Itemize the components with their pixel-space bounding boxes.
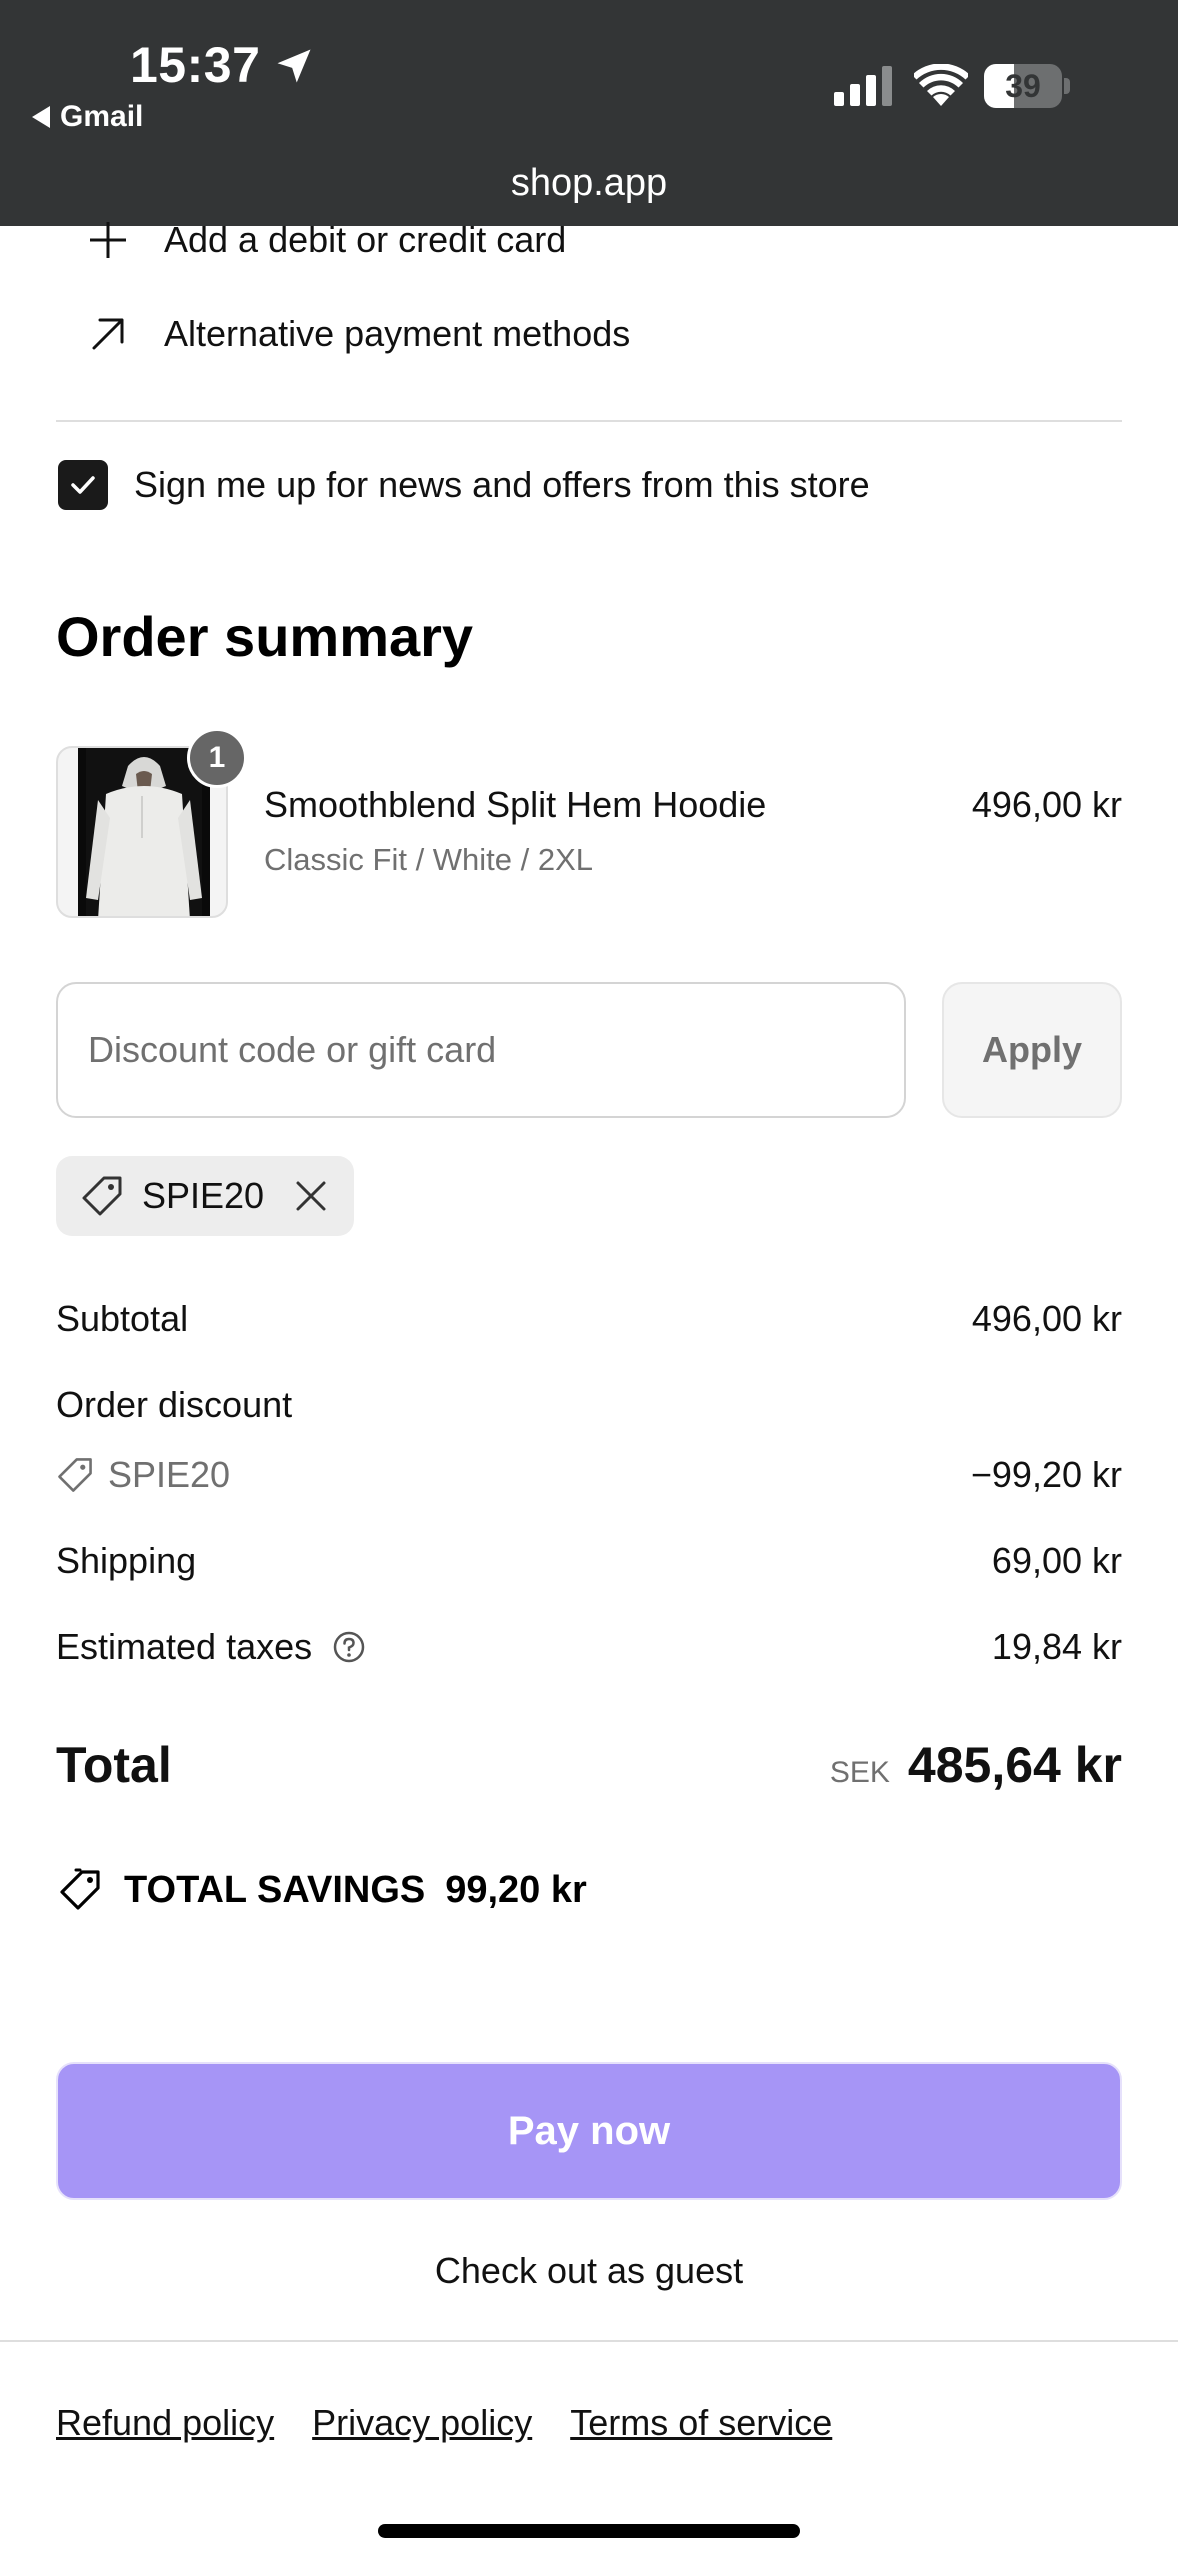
discount-code-label: SPIE20: [56, 1454, 230, 1496]
alternative-payment-label: Alternative payment methods: [164, 313, 631, 354]
tags-icon: [60, 1868, 100, 1910]
discount-code-row: SPIE20 −99,20 kr: [56, 1454, 1122, 1496]
checkout-as-guest-link[interactable]: Check out as guest: [0, 2250, 1178, 2292]
applied-discount-chip: SPIE20: [56, 1156, 354, 1236]
pay-now-button[interactable]: Pay now: [56, 2062, 1122, 2200]
taxes-label-group: Estimated taxes: [56, 1626, 366, 1668]
product-price: 496,00 kr: [971, 784, 1122, 825]
location-arrow-icon: [277, 49, 311, 83]
section-divider: [56, 420, 1122, 422]
alternative-payment-option[interactable]: Alternative payment methods: [86, 312, 630, 356]
privacy-policy-link[interactable]: Privacy policy: [312, 2402, 532, 2444]
shipping-label: Shipping: [56, 1540, 197, 1581]
total-label: Total: [56, 1737, 172, 1793]
shipping-value: 69,00 kr: [991, 1540, 1122, 1581]
terms-of-service-link[interactable]: Terms of service: [570, 2402, 832, 2444]
newsletter-checkbox-row[interactable]: Sign me up for news and offers from this…: [58, 460, 870, 510]
total-amount-group: SEK 485,64 kr: [830, 1736, 1122, 1794]
discount-code-text: SPIE20: [108, 1454, 231, 1495]
arrow-up-right-icon: [92, 318, 124, 350]
clock-time: 15:37: [130, 37, 261, 93]
help-icon[interactable]: [332, 1630, 366, 1664]
battery-body: 39: [984, 64, 1062, 108]
savings-value: 99,20 kr: [445, 1868, 587, 1911]
back-triangle-icon: [32, 106, 50, 128]
discount-value: −99,20 kr: [970, 1454, 1122, 1495]
savings-label: TOTAL SAVINGS: [124, 1868, 426, 1911]
discount-code-input[interactable]: [56, 982, 906, 1118]
refund-policy-link[interactable]: Refund policy: [56, 2402, 274, 2444]
battery-indicator: 39: [984, 64, 1070, 108]
newsletter-checkbox[interactable]: [58, 460, 108, 510]
status-bar: 15:37 Gmail 39 shop.app: [0, 0, 1178, 226]
back-app-label: Gmail: [60, 100, 144, 133]
add-card-option[interactable]: Add a debit or credit card: [86, 218, 566, 262]
footer-links: Refund policy Privacy policy Terms of se…: [56, 2402, 832, 2444]
back-to-app-button[interactable]: Gmail: [32, 100, 143, 134]
subtotal-row: Subtotal 496,00 kr: [56, 1298, 1122, 1340]
wifi-icon: [914, 64, 968, 106]
plus-icon: [90, 222, 126, 258]
taxes-row: Estimated taxes 19,84 kr: [56, 1626, 1122, 1668]
taxes-value: 19,84 kr: [991, 1626, 1122, 1667]
shipping-row: Shipping 69,00 kr: [56, 1540, 1122, 1582]
order-discount-row: Order discount: [56, 1384, 1122, 1426]
order-discount-label: Order discount: [56, 1384, 293, 1425]
remove-discount-icon[interactable]: [294, 1179, 328, 1213]
total-value: 485,64 kr: [907, 1737, 1122, 1793]
quantity-badge: 1: [187, 728, 247, 788]
total-currency: SEK: [829, 1756, 890, 1789]
product-variant: Classic Fit / White / 2XL: [264, 842, 594, 877]
order-summary-title: Order summary: [56, 605, 474, 668]
subtotal-label: Subtotal: [56, 1298, 189, 1339]
total-savings: TOTAL SAVINGS 99,20 kr: [56, 1866, 587, 1914]
browser-url[interactable]: shop.app: [0, 162, 1178, 205]
apply-discount-button[interactable]: Apply: [942, 982, 1122, 1118]
subtotal-value: 496,00 kr: [971, 1298, 1122, 1339]
battery-percent: 39: [1005, 68, 1041, 104]
tag-icon: [82, 1176, 122, 1216]
add-card-label: Add a debit or credit card: [164, 219, 567, 260]
tag-icon: [58, 1458, 92, 1492]
total-row: Total SEK 485,64 kr: [56, 1736, 1122, 1794]
battery-cap: [1064, 78, 1070, 94]
product-name: Smoothblend Split Hem Hoodie: [264, 784, 767, 825]
home-indicator[interactable]: [378, 2524, 800, 2538]
checkmark-icon: [71, 476, 95, 494]
applied-discount-code: SPIE20: [142, 1175, 265, 1216]
taxes-label: Estimated taxes: [56, 1626, 313, 1667]
newsletter-label: Sign me up for news and offers from this…: [134, 464, 870, 505]
cellular-signal-icon: [834, 66, 892, 106]
footer-divider: [0, 2340, 1178, 2342]
